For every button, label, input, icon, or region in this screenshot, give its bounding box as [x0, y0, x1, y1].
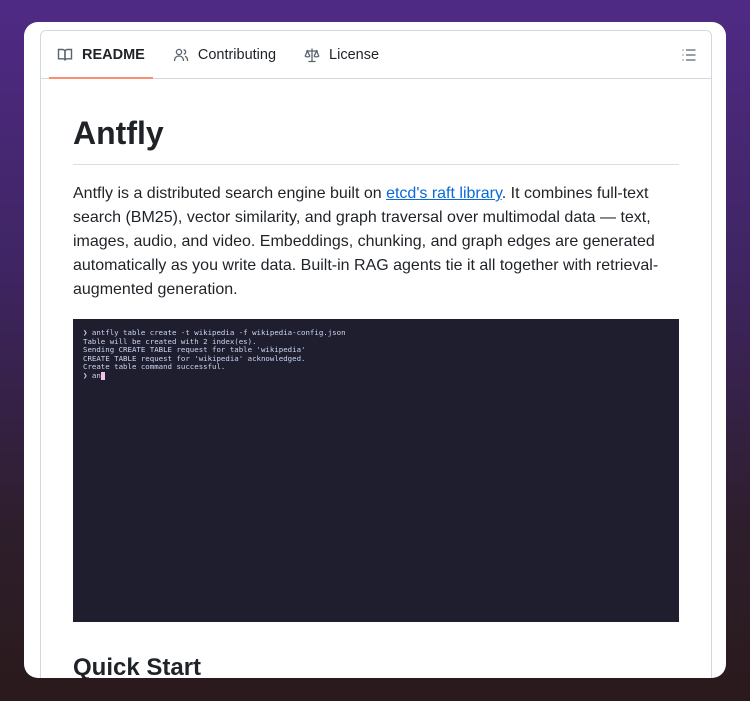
list-icon [681, 47, 697, 63]
tab-license-label: License [329, 46, 380, 63]
outline-toggle-button[interactable] [677, 43, 701, 67]
readme-content: Antfly Antfly is a distributed search en… [41, 113, 711, 678]
terminal-prompt-line: ❯ an [83, 370, 669, 381]
terminal-cursor [100, 371, 105, 380]
terminal-screenshot: ❯ antfly table create -t wikipedia -f wi… [73, 319, 679, 622]
quick-start-heading: Quick Start [73, 654, 202, 678]
terminal-prompt: ❯ an [83, 370, 101, 380]
tab-contributing[interactable]: Contributing [165, 31, 284, 78]
page-title: Antfly [73, 113, 679, 165]
people-icon [173, 47, 189, 63]
tab-readme-label: README [82, 46, 145, 63]
tab-contributing-label: Contributing [197, 46, 277, 63]
tab-readme[interactable]: README [49, 31, 153, 79]
law-scale-icon [304, 47, 320, 63]
intro-text-start: Antfly is a distributed search engine bu… [73, 185, 387, 202]
readme-panel: README Contributing License Antfly Antfl… [40, 30, 712, 678]
readme-card: README Contributing License Antfly Antfl… [24, 22, 726, 678]
intro-paragraph: Antfly is a distributed search engine bu… [73, 182, 679, 302]
tab-license[interactable]: License [296, 31, 387, 78]
etcd-raft-link[interactable]: etcd's raft library [386, 185, 502, 202]
book-icon [57, 47, 73, 63]
readme-tab-bar: README Contributing License [41, 31, 711, 79]
terminal-line: Create table command successful. [83, 362, 226, 372]
